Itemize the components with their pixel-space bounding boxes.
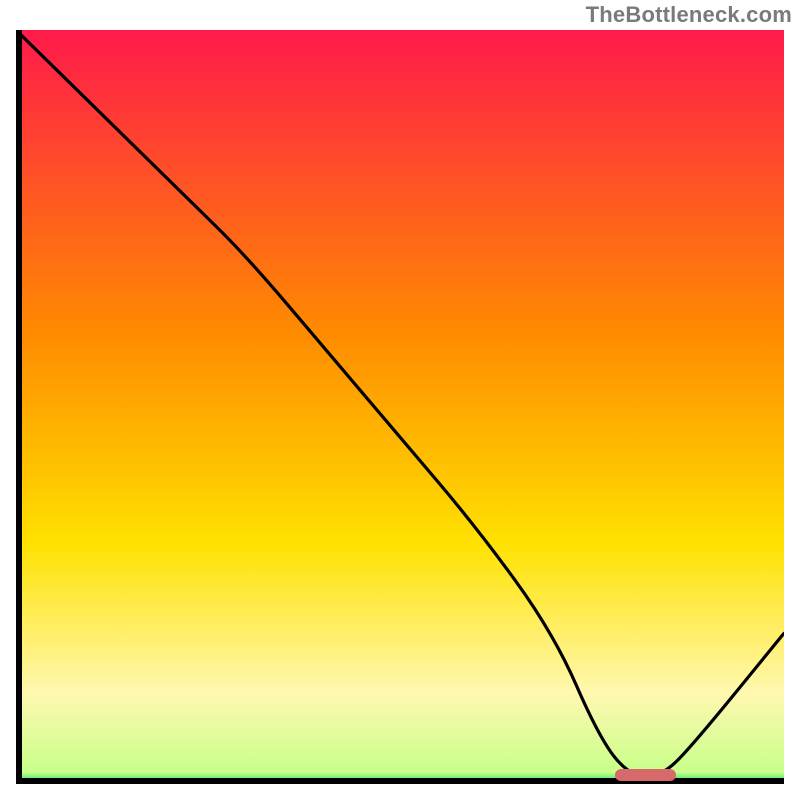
chart-svg bbox=[16, 30, 784, 784]
chart-frame: TheBottleneck.com bbox=[0, 0, 800, 800]
plot-area bbox=[16, 30, 784, 784]
watermark-text: TheBottleneck.com bbox=[586, 2, 792, 28]
optimal-marker bbox=[615, 769, 676, 781]
